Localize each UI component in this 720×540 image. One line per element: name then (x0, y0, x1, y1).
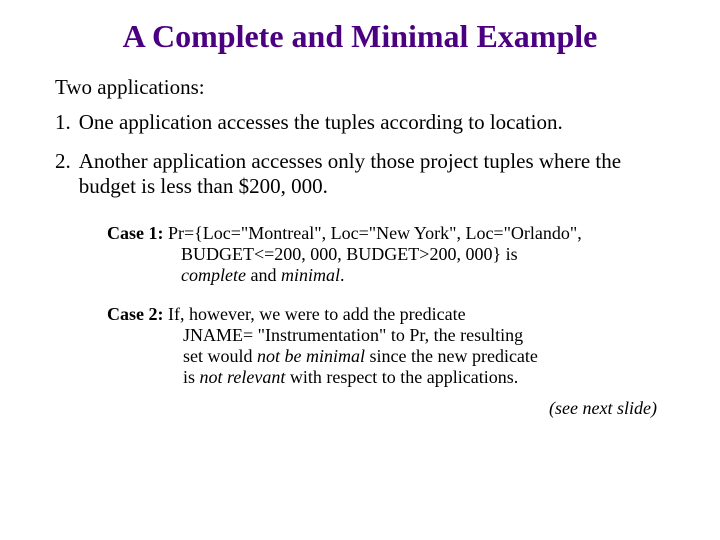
item-number: 1. (55, 110, 79, 135)
case-text: with respect to the applications. (285, 367, 518, 387)
case-text: JNAME= "Instrumentation" to Pr, the resu… (107, 325, 665, 346)
case-text: BUDGET<=200, 000, BUDGET>200, 000} is (107, 244, 665, 265)
case-2: Case 2: If, however, we were to add the … (55, 304, 665, 388)
case-text: . (340, 265, 345, 285)
item-number: 2. (55, 149, 79, 199)
item-text: Another application accesses only those … (79, 149, 665, 199)
case-text: set would (183, 346, 257, 366)
emphasis: not be minimal (257, 346, 365, 366)
emphasis: complete (181, 265, 246, 285)
case-text: Pr={Loc="Montreal", Loc="New York", Loc=… (168, 223, 582, 243)
case-text: If, however, we were to add the predicat… (168, 304, 466, 324)
case-text: since the new predicate (365, 346, 538, 366)
emphasis: minimal (281, 265, 340, 285)
case-text: complete and minimal. (107, 265, 665, 286)
case-label: Case 1: (107, 223, 164, 243)
list-item: 2. Another application accesses only tho… (55, 149, 665, 199)
emphasis: not relevant (200, 367, 286, 387)
case-label: Case 2: (107, 304, 164, 324)
item-text: One application accesses the tuples acco… (79, 110, 665, 135)
case-text: is (183, 367, 200, 387)
case-text: and (246, 265, 281, 285)
intro-text: Two applications: (55, 75, 665, 100)
case-1: Case 1: Pr={Loc="Montreal", Loc="New Yor… (55, 223, 665, 286)
list-item: 1. One application accesses the tuples a… (55, 110, 665, 135)
slide-title: A Complete and Minimal Example (55, 18, 665, 55)
case-text: is not relevant with respect to the appl… (107, 367, 665, 388)
footer-note: (see next slide) (55, 398, 665, 419)
case-text: set would not be minimal since the new p… (107, 346, 665, 367)
slide: A Complete and Minimal Example Two appli… (0, 0, 720, 419)
